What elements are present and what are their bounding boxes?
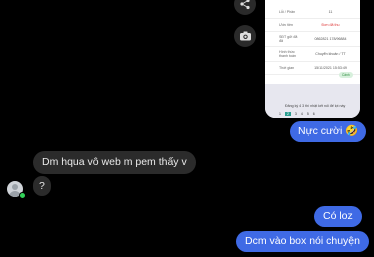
camera-button[interactable]	[234, 25, 256, 47]
screenshot-row: Hình thức thanh toán Chuyển khoản / TT	[265, 47, 360, 62]
message-text: Dcm vào box nói chuyện	[245, 235, 360, 247]
message-text: ?	[39, 180, 45, 192]
received-message-bubble[interactable]: ?	[33, 176, 51, 196]
screenshot-keyboard-preview: Đăng ký 4 3 thì nhật kết nối đế lọt này	[285, 104, 346, 108]
online-status-dot	[19, 192, 26, 199]
sent-message-bubble[interactable]: Nực cười 🤣	[290, 121, 367, 142]
message-text: Có loz	[323, 210, 353, 222]
screenshot-keyboard: Đăng ký 4 3 thì nhật kết nối đế lọt này …	[265, 84, 360, 118]
camera-icon	[239, 31, 251, 41]
screenshot-row: Ước tiền Đơn đã thu	[265, 19, 360, 32]
screenshot-green-chip: Cảnh	[339, 72, 353, 78]
sent-message-bubble[interactable]: Có loz	[314, 206, 362, 227]
received-message-bubble[interactable]: Dm hqua vô web m pem thấy v	[33, 151, 196, 174]
sent-message-bubble[interactable]: Dcm vào box nói chuyện	[236, 231, 369, 252]
message-text: Dm hqua vô web m pem thấy v	[42, 156, 187, 168]
screenshot-row: Lỗi / Phân 11	[265, 6, 360, 19]
shared-screenshot-image[interactable]: Lỗi / Phân 11 Ước tiền Đơn đã thu SĐT gử…	[265, 0, 360, 118]
share-icon	[240, 0, 250, 10]
screenshot-keyboard-numbers: 1 2 3 4 5 6	[279, 112, 315, 116]
message-text: Nực cười 🤣	[298, 125, 359, 137]
screenshot-row: SĐT gửi đã đã 0862821 178/96884	[265, 32, 360, 47]
share-button[interactable]	[234, 0, 256, 15]
